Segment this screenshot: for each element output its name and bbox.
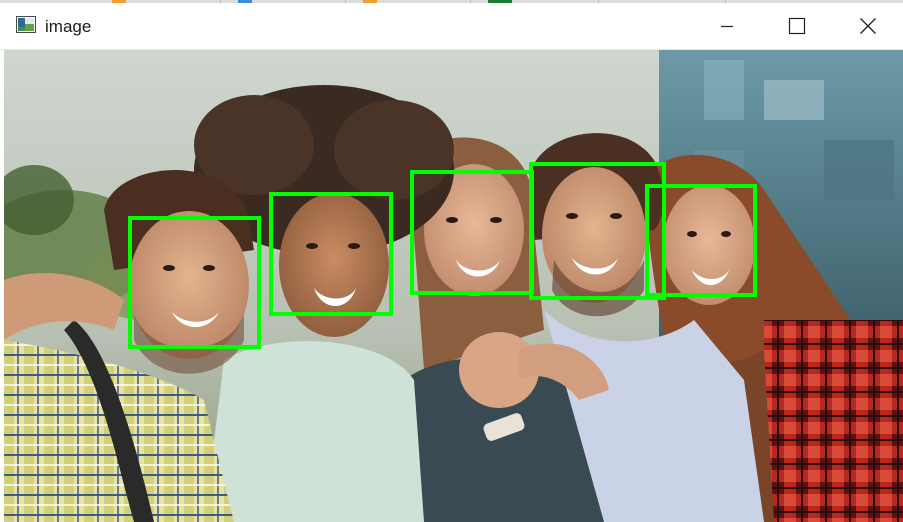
close-icon	[860, 18, 876, 34]
maximize-button[interactable]	[762, 3, 832, 49]
minimize-icon	[721, 25, 733, 28]
face-box-1	[128, 216, 261, 349]
minimize-button[interactable]	[692, 3, 762, 49]
close-button[interactable]	[833, 3, 903, 49]
face-box-2	[269, 192, 393, 316]
window-title: image	[45, 17, 92, 36]
maximize-icon	[788, 17, 806, 35]
face-box-5	[645, 184, 757, 297]
title-bar[interactable]: image	[0, 3, 903, 50]
image-canvas	[4, 50, 903, 522]
face-box-3	[410, 170, 534, 295]
image-window-icon	[16, 16, 36, 33]
image-window: image	[0, 0, 903, 522]
